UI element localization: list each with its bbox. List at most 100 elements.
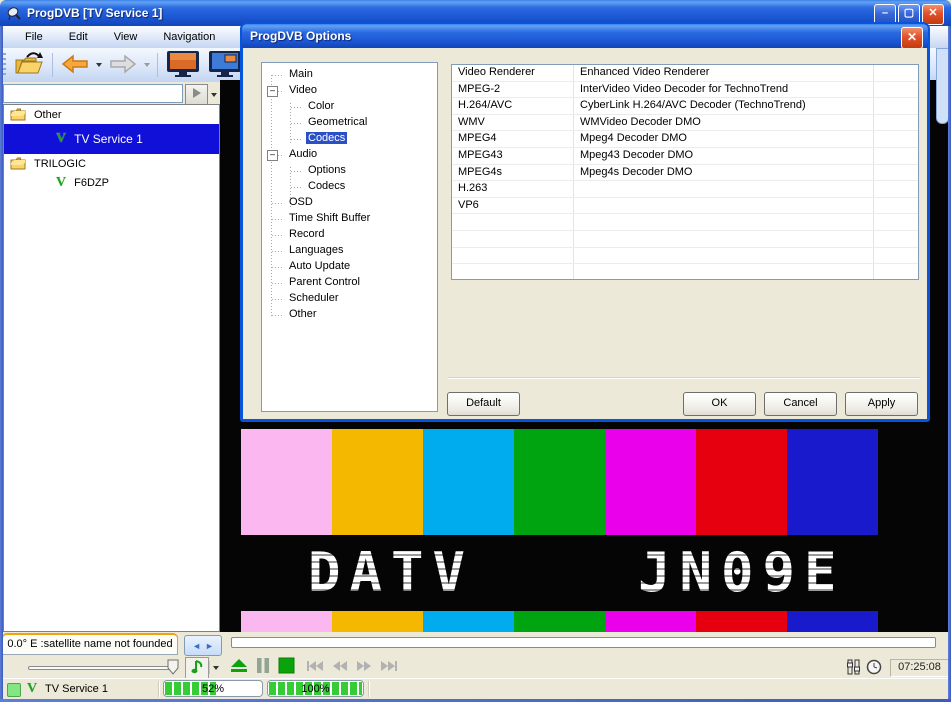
channel-list: OtherVTV Service 1TRILOGICVF6DZP xyxy=(3,104,220,632)
clock-icon[interactable] xyxy=(866,659,882,678)
codec-row[interactable]: WMVWMVideo Decoder DMO xyxy=(452,115,918,132)
pip-tv-icon xyxy=(208,50,242,81)
tree-item-main[interactable]: Main xyxy=(262,67,437,83)
default-button[interactable]: Default xyxy=(447,392,520,416)
tree-item-parent-control[interactable]: Parent Control xyxy=(262,275,437,291)
back-dropdown-arrow[interactable] xyxy=(96,63,102,67)
open-channel-list-button[interactable] xyxy=(10,51,48,79)
channel-folder[interactable]: TRILOGIC xyxy=(4,154,219,173)
codec-row[interactable] xyxy=(452,231,918,248)
codec-decoder-cell: Mpeg4s Decoder DMO xyxy=(574,165,874,181)
menu-item-view[interactable]: View xyxy=(101,26,151,48)
menu-item-file[interactable]: File xyxy=(12,26,56,48)
codec-decoder-cell: InterVideo Video Decoder for TechnoTrend xyxy=(574,82,874,98)
toolbar-grip[interactable] xyxy=(3,53,6,77)
tree-item-scheduler[interactable]: Scheduler xyxy=(262,291,437,307)
tree-connector xyxy=(272,251,284,252)
tree-item-auto-update[interactable]: Auto Update xyxy=(262,259,437,275)
codec-extra-cell xyxy=(874,82,918,98)
pause-button[interactable] xyxy=(253,658,273,676)
fullscreen-tv-icon xyxy=(166,50,200,81)
codec-row[interactable]: MPEG-2InterVideo Video Decoder for Techn… xyxy=(452,82,918,99)
fullscreen-button[interactable] xyxy=(162,51,204,79)
options-dialog: ProgDVB Options ✕ Main–VideoColorGeometr… xyxy=(240,22,930,422)
dialog-titlebar: ProgDVB Options xyxy=(242,24,928,48)
channel-folder[interactable]: Other xyxy=(4,105,219,124)
equalizer-button[interactable] xyxy=(845,659,861,678)
channel-dropdown-button[interactable] xyxy=(208,88,220,101)
codec-row[interactable]: MPEG43Mpeg43 Decoder DMO xyxy=(452,148,918,165)
play-channel-button[interactable] xyxy=(185,84,208,105)
seek-bar[interactable] xyxy=(231,637,936,648)
audio-dropdown-button[interactable] xyxy=(209,661,222,674)
codec-row[interactable]: MPEG4sMpeg4s Decoder DMO xyxy=(452,165,918,182)
codec-format-cell: H.264/AVC xyxy=(452,98,574,114)
tree-item-label: Other xyxy=(287,308,319,320)
tree-item-video[interactable]: –Video xyxy=(262,83,437,99)
codec-row[interactable]: MPEG4Mpeg4 Decoder DMO xyxy=(452,131,918,148)
codec-format-cell xyxy=(452,231,574,247)
prev-button[interactable] xyxy=(306,660,324,675)
codec-row[interactable]: Video RendererEnhanced Video Renderer xyxy=(452,65,918,82)
channel-item[interactable]: VTV Service 1 xyxy=(4,124,219,154)
tree-item-color[interactable]: Color xyxy=(262,99,437,115)
volume-slider[interactable] xyxy=(28,666,178,670)
channel-search-input[interactable] xyxy=(3,84,183,103)
apply-button[interactable]: Apply xyxy=(845,392,918,416)
codec-row[interactable]: VP6 xyxy=(452,198,918,215)
codec-row[interactable] xyxy=(452,264,918,280)
channel-item[interactable]: VF6DZP xyxy=(4,173,219,192)
tree-item-audio[interactable]: –Audio xyxy=(262,147,437,163)
tree-collapse-box[interactable]: – xyxy=(267,150,278,161)
forward-button[interactable] xyxy=(356,660,372,675)
next-button[interactable] xyxy=(380,660,398,675)
forward-button[interactable] xyxy=(105,51,141,79)
codec-format-cell: MPEG4 xyxy=(452,131,574,147)
tree-item-other[interactable]: Other xyxy=(262,307,437,323)
open-folder-icon xyxy=(14,51,44,80)
tree-item-languages[interactable]: Languages xyxy=(262,243,437,259)
chevron-down-icon xyxy=(213,666,219,670)
status-bar: V TV Service 1 52% 100% xyxy=(0,678,951,700)
dialog-close-button[interactable]: ✕ xyxy=(901,27,923,49)
menu-item-navigation[interactable]: Navigation xyxy=(150,26,228,48)
forward-dropdown-arrow[interactable] xyxy=(144,63,150,67)
tree-item-osd[interactable]: OSD xyxy=(262,195,437,211)
codec-row[interactable]: H.264/AVCCyberLink H.264/AVC Decoder (Te… xyxy=(452,98,918,115)
tree-item-record[interactable]: Record xyxy=(262,227,437,243)
music-note-icon xyxy=(190,659,204,678)
tree-connector xyxy=(272,203,284,204)
menu-item-edit[interactable]: Edit xyxy=(56,26,101,48)
codec-row[interactable] xyxy=(452,214,918,231)
toolbar-separator xyxy=(52,53,53,77)
tree-item-codecs[interactable]: Codecs xyxy=(262,131,437,147)
rewind-button[interactable] xyxy=(332,660,348,675)
tree-item-geometrical[interactable]: Geometrical xyxy=(262,115,437,131)
cancel-button[interactable]: Cancel xyxy=(764,392,837,416)
ok-button[interactable]: OK xyxy=(683,392,756,416)
tree-item-codecs[interactable]: Codecs xyxy=(262,179,437,195)
codec-row[interactable]: H.263 xyxy=(452,181,918,198)
codec-format-cell: VP6 xyxy=(452,198,574,214)
volume-thumb[interactable] xyxy=(167,659,179,678)
eject-button[interactable] xyxy=(228,658,250,676)
folder-icon xyxy=(10,157,26,170)
signal-strength-bar: 52% xyxy=(163,680,263,697)
stop-button[interactable] xyxy=(276,658,297,676)
codec-row[interactable] xyxy=(452,248,918,265)
codec-table: Video RendererEnhanced Video RendererMPE… xyxy=(451,64,919,280)
pause-icon xyxy=(256,658,270,676)
satellite-tab: 0.0° E :satellite name not founded xyxy=(2,633,178,655)
back-button[interactable] xyxy=(57,51,93,79)
codec-decoder-cell xyxy=(574,214,874,230)
tree-collapse-box[interactable]: – xyxy=(267,86,278,97)
tab-scroll-buttons[interactable]: ◄ ► xyxy=(184,635,222,656)
tree-item-options[interactable]: Options xyxy=(262,163,437,179)
audio-track-button[interactable] xyxy=(185,657,209,679)
play-icon xyxy=(192,87,202,102)
tree-item-label: Codecs xyxy=(306,132,347,144)
tree-item-time-shift-buffer[interactable]: Time Shift Buffer xyxy=(262,211,437,227)
tree-item-label: Audio xyxy=(287,148,319,160)
divider xyxy=(448,377,920,379)
tree-item-label: Time Shift Buffer xyxy=(287,212,372,224)
